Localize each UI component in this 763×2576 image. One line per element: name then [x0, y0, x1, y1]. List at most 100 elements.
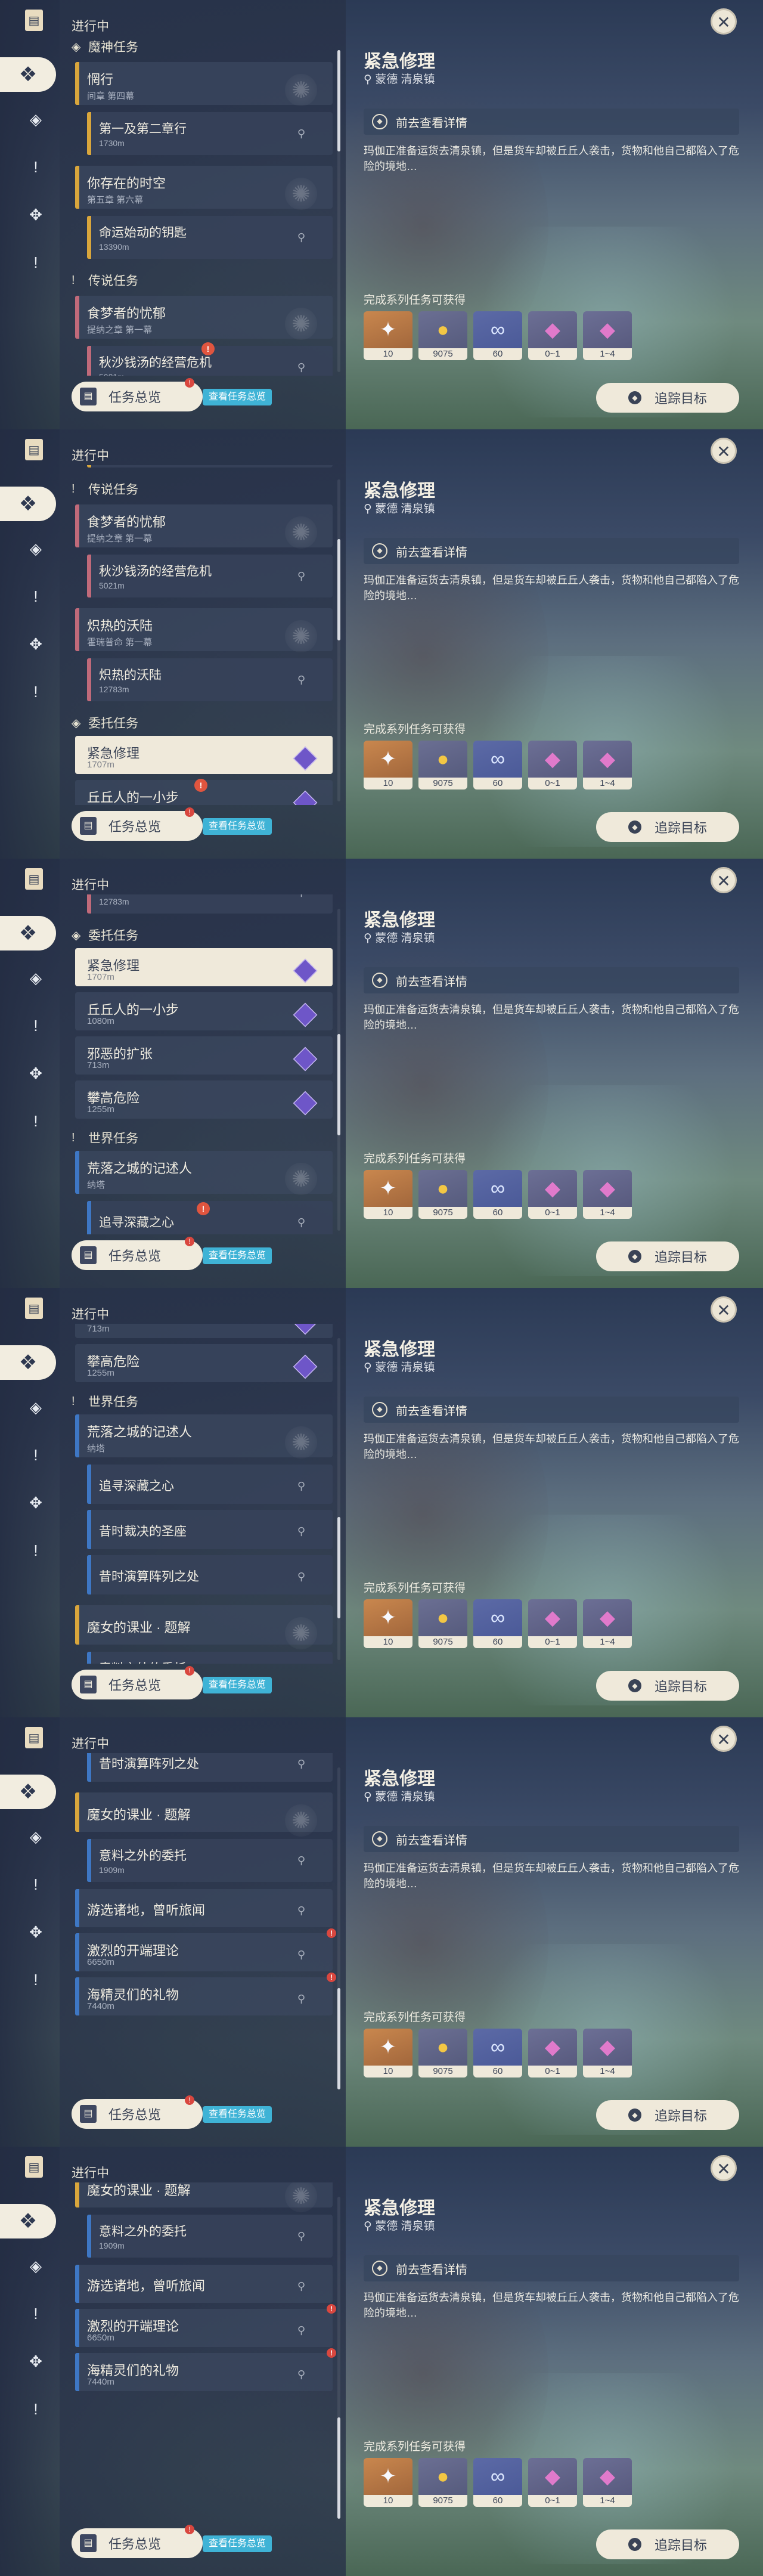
quest-card-haijing[interactable]: 海精灵们的礼物 7440m ⚲!: [75, 2348, 336, 2391]
sidebar-item-world[interactable]: ✥: [24, 203, 48, 227]
quest-step-cunzai[interactable]: 命运始动的钥匙13390m⚲: [87, 216, 333, 259]
sidebar-item-world[interactable]: ✥: [24, 2349, 48, 2373]
sidebar-item-commission[interactable]: !: [24, 1538, 48, 1562]
quest-step-yansuan[interactable]: 昔时演算阵列之处 ⚲: [87, 1753, 333, 1782]
quest-step-zhuixun[interactable]: 追寻深藏之心 ⚲: [87, 1201, 333, 1234]
sidebar-item-all[interactable]: ❖: [0, 2204, 56, 2238]
sidebar-item-world[interactable]: ✥: [24, 1061, 48, 1085]
quest-card-monv[interactable]: 魔女的课业 · 题解 ✺: [75, 1605, 333, 1649]
quest-card-jinji[interactable]: 紧急修理 1707m: [75, 948, 333, 986]
quest-card-monv[interactable]: 魔女的课业 · 题解 ✺: [75, 1792, 333, 1837]
quest-card-xiee[interactable]: 邪恶的扩张713m: [75, 1324, 333, 1338]
quest-step-zhire[interactable]: 炽热的沃陆12783m⚲: [87, 658, 333, 701]
quest-step-shimeng[interactable]: 秋沙钱汤的经营危机5021m⚲: [87, 555, 333, 597]
quest-step-zhire[interactable]: 炽热的沃陆12783m⚲: [87, 894, 333, 914]
quest-overview-button[interactable]: ▤ 任务总览 !: [72, 2095, 203, 2129]
list-scrollbar-thumb[interactable]: [337, 50, 340, 151]
reward-fate[interactable]: ∞ 60: [473, 741, 522, 789]
sidebar-item-archon[interactable]: ◈: [24, 1825, 48, 1849]
list-scrollbar-thumb[interactable]: [337, 1034, 340, 1135]
close-icon[interactable]: ✕: [711, 438, 737, 464]
list-scrollbar-thumb[interactable]: [337, 1988, 340, 2089]
reward-adventure-exp[interactable]: ✦ 10: [364, 1599, 412, 1648]
quest-card-shimeng[interactable]: 食梦者的忧郁 提纳之章 第一幕 ✺: [75, 504, 333, 549]
quest-card-jidang[interactable]: 激烈的开端理论 6650m ⚲!: [75, 1928, 336, 1971]
sidebar-item-commission[interactable]: !: [24, 1968, 48, 1992]
quest-overview-button[interactable]: ▤ 任务总览 !: [72, 2525, 203, 2558]
sidebar-item-archon[interactable]: ◈: [24, 966, 48, 990]
reward-adventure-exp[interactable]: ✦ 10: [364, 311, 412, 360]
sidebar-item-story[interactable]: !: [24, 1872, 48, 1896]
close-icon[interactable]: ✕: [711, 1726, 737, 1752]
quest-step-zhuixun[interactable]: 追寻深藏之心 ⚲: [87, 1465, 333, 1504]
quest-card-jinji[interactable]: 紧急修理 1707m: [75, 736, 333, 774]
sidebar-item-archon[interactable]: ◈: [24, 1395, 48, 1419]
quest-step-cunzai[interactable]: 命运始动的钥匙13390m⚲: [87, 465, 333, 467]
sidebar-item-story[interactable]: !: [24, 1014, 48, 1038]
sidebar-item-all[interactable]: ❖: [0, 57, 56, 92]
sidebar-item-archon[interactable]: ◈: [24, 107, 48, 131]
goto-details-button[interactable]: ◆ 前去查看详情: [364, 1826, 739, 1852]
reward-crystal-large[interactable]: ◆ 1~4: [583, 741, 632, 789]
reward-adventure-exp[interactable]: ✦ 10: [364, 1170, 412, 1219]
close-icon[interactable]: ✕: [711, 1296, 737, 1323]
reward-mora[interactable]: ● 9075: [418, 2458, 467, 2507]
reward-fate[interactable]: ∞ 60: [473, 1170, 522, 1219]
list-scrollbar[interactable]: [337, 50, 340, 372]
reward-crystal-large[interactable]: ◆ 1~4: [583, 2458, 632, 2507]
sidebar-item-commission[interactable]: !: [24, 2397, 48, 2421]
quest-card-zhire[interactable]: 炽热的沃陆 霍瑞普命 第一幕 ✺: [75, 608, 333, 652]
reward-adventure-exp[interactable]: ✦ 10: [364, 2029, 412, 2077]
sidebar-item-story[interactable]: !: [24, 2302, 48, 2326]
track-target-button[interactable]: ◆ 追踪目标: [596, 1671, 739, 1701]
goto-details-button[interactable]: ◆ 前去查看详情: [364, 1397, 739, 1423]
quest-step-yiliao[interactable]: 意料之外的委托1909m⚲: [87, 1652, 333, 1664]
quest-step-yansuan[interactable]: 昔时演算阵列之处 ⚲: [87, 1555, 333, 1594]
quest-card-pangao[interactable]: 攀高危险 1255m: [75, 1344, 333, 1382]
quest-card-xiee[interactable]: 邪恶的扩张713m: [75, 1036, 333, 1075]
reward-mora[interactable]: ● 9075: [418, 311, 467, 360]
sidebar-item-world[interactable]: ✥: [24, 632, 48, 656]
reward-crystal-small[interactable]: ◆ 0~1: [528, 1170, 577, 1219]
track-target-button[interactable]: ◆ 追踪目标: [596, 2529, 739, 2559]
sidebar-item-world[interactable]: ✥: [24, 1491, 48, 1515]
sidebar-item-world[interactable]: ✥: [24, 1920, 48, 1944]
quest-list[interactable]: ◈魔神任务 惘行间章 第四幕✺ 第一及第二章行1730m⚲ 你存在的时空第五章 …: [72, 1753, 340, 2093]
quest-card-youxuan[interactable]: 游选诸地，曾听旅闻 ⚲: [75, 1889, 333, 1927]
list-scrollbar-thumb[interactable]: [337, 539, 340, 640]
quest-step-yiliao[interactable]: 意料之外的委托1909m⚲: [87, 1839, 333, 1882]
close-icon[interactable]: ✕: [711, 867, 737, 893]
quest-card-wangxian[interactable]: 惘行 间章 第四幕 ✺: [75, 62, 333, 106]
quest-overview-button[interactable]: ▤ 任务总览 !: [72, 1237, 203, 1270]
sidebar-item-all[interactable]: ❖: [0, 487, 56, 521]
goto-details-button[interactable]: ◆ 前去查看详情: [364, 109, 739, 135]
reward-fate[interactable]: ∞ 60: [473, 2458, 522, 2507]
goto-details-button[interactable]: ◆ 前去查看详情: [364, 2255, 739, 2281]
track-target-button[interactable]: ◆ 追踪目标: [596, 383, 739, 413]
reward-crystal-small[interactable]: ◆ 0~1: [528, 2458, 577, 2507]
reward-adventure-exp[interactable]: ✦ 10: [364, 741, 412, 789]
reward-mora[interactable]: ● 9075: [418, 1599, 467, 1648]
quest-card-huangwu[interactable]: 荒落之城的记述人 纳塔 ✺: [75, 1414, 333, 1459]
quest-card-qiuqiu[interactable]: 丘丘人的一小步1080m: [75, 992, 333, 1030]
sidebar-item-story[interactable]: !: [24, 1443, 48, 1467]
quest-list[interactable]: ◈魔神任务 惘行间章 第四幕✺ 第一及第二章行1730m⚲ 你存在的时空第五章 …: [72, 465, 340, 805]
track-target-button[interactable]: ◆ 追踪目标: [596, 1241, 739, 1271]
quest-card-huangwu[interactable]: 荒落之城的记述人 纳塔 ✺: [75, 1151, 333, 1195]
quest-step-xishi[interactable]: 昔时裁决的圣座 ⚲: [87, 1510, 333, 1549]
reward-crystal-small[interactable]: ◆ 0~1: [528, 2029, 577, 2077]
quest-card-monv[interactable]: 魔女的课业 · 题解 ✺: [75, 2182, 333, 2212]
quest-card-shimeng[interactable]: 食梦者的忧郁 提纳之章 第一幕 ✺: [75, 296, 333, 340]
reward-crystal-large[interactable]: ◆ 1~4: [583, 1170, 632, 1219]
quest-card-haijing[interactable]: 海精灵们的礼物 7440m ⚲!: [75, 1973, 336, 2015]
list-scrollbar-thumb[interactable]: [337, 1517, 340, 1618]
sidebar-item-commission[interactable]: !: [24, 680, 48, 704]
goto-details-button[interactable]: ◆ 前去查看详情: [364, 538, 739, 564]
reward-mora[interactable]: ● 9075: [418, 1170, 467, 1219]
quest-overview-button[interactable]: ▤ 任务总览 !: [72, 378, 203, 411]
reward-crystal-small[interactable]: ◆ 0~1: [528, 1599, 577, 1648]
quest-list[interactable]: ◈魔神任务 惘行间章 第四幕✺ 第一及第二章行1730m⚲ 你存在的时空第五章 …: [72, 894, 340, 1234]
quest-step-yiliao[interactable]: 意料之外的委托1909m⚲: [87, 2215, 333, 2258]
sidebar-item-archon[interactable]: ◈: [24, 537, 48, 561]
list-scrollbar[interactable]: [337, 1767, 340, 2089]
